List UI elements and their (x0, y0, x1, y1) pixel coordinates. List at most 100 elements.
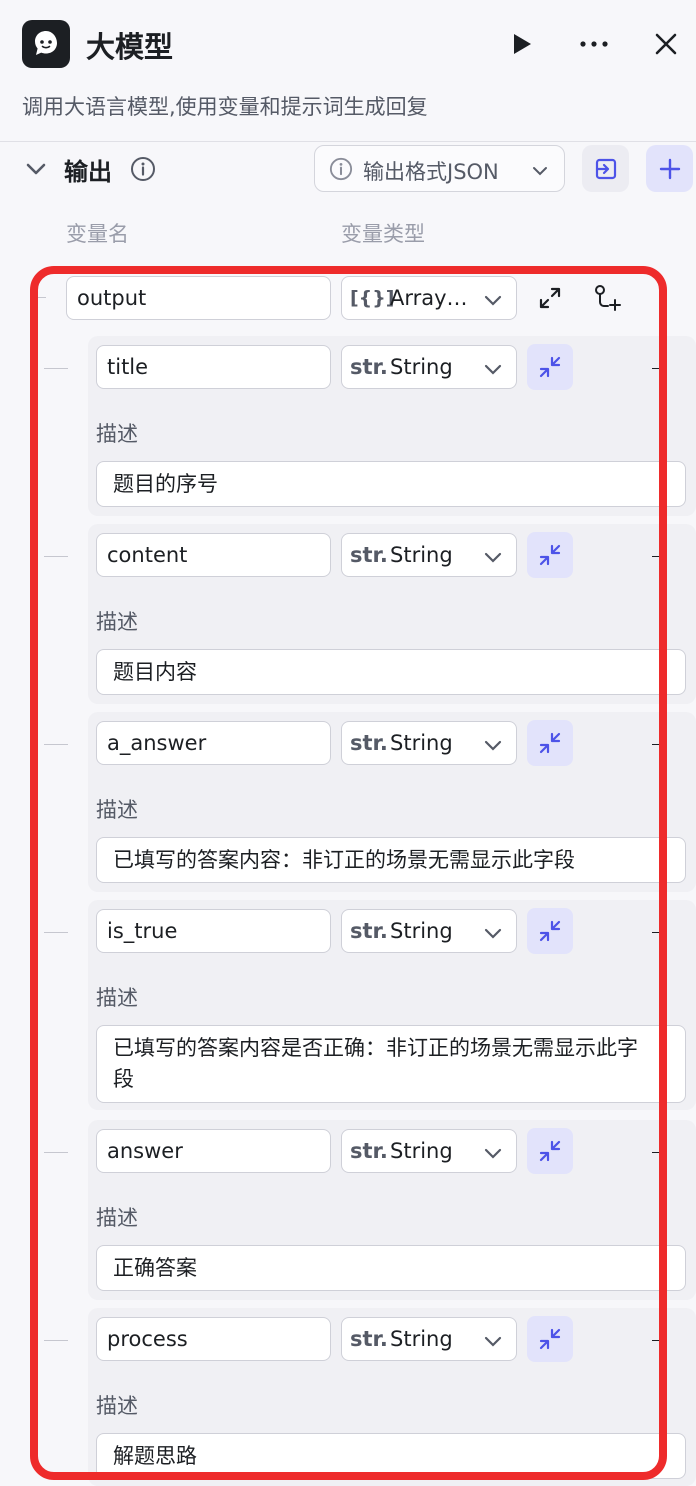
description-input[interactable]: 解题思路 (96, 1433, 686, 1479)
description-label: 描述 (96, 1394, 138, 1418)
chevron-down-icon (484, 291, 502, 310)
variable-name-value: title (107, 355, 149, 379)
string-type-icon: str. (350, 355, 388, 379)
string-type-icon: str. (350, 919, 388, 943)
tree-connector (44, 744, 68, 745)
output-format-select[interactable]: 输出格式JSON (314, 145, 565, 192)
tree-connector (44, 1340, 68, 1341)
variable-name-value: a_answer (107, 731, 207, 755)
variable-name-value: content (107, 543, 188, 567)
add-output-button[interactable] (646, 145, 693, 192)
description-label: 描述 (96, 1206, 138, 1230)
variable-type-label: String (390, 919, 453, 943)
tree-connector (652, 1340, 662, 1341)
node-title: 大模型 (86, 30, 174, 64)
variable-type-select[interactable]: str. String (341, 721, 517, 765)
variable-type-select[interactable]: str. String (341, 909, 517, 953)
tree-connector (652, 744, 662, 745)
variable-name-input[interactable]: a_answer (96, 721, 331, 765)
chevron-down-icon (484, 1144, 502, 1163)
variable-type-label: String (390, 731, 453, 755)
tree-connector (44, 1152, 68, 1153)
collapse-description-button[interactable] (527, 908, 573, 954)
string-type-icon: str. (350, 731, 388, 755)
variable-type-label: String (390, 1139, 453, 1163)
string-type-icon: str. (350, 543, 388, 567)
string-type-icon: str. (350, 1139, 388, 1163)
add-child-field-icon[interactable] (590, 282, 624, 314)
collapse-icon (539, 1140, 561, 1162)
description-value: 正确答案 (113, 1256, 197, 1280)
chevron-down-icon (484, 548, 502, 567)
variable-name-value: is_true (107, 919, 178, 943)
variable-type-select[interactable]: str. String (341, 1317, 517, 1361)
tree-connector (652, 932, 662, 933)
tree-connector (652, 1152, 662, 1153)
import-button[interactable] (582, 145, 629, 192)
variable-type-select[interactable]: str. String (341, 1129, 517, 1173)
description-label: 描述 (96, 422, 138, 446)
description-value: 题目内容 (113, 660, 197, 684)
collapse-icon (539, 732, 561, 754)
node-header: 大模型 调用大语言模型,使用变量和提示词生成回复 (0, 0, 696, 142)
tree-connector (44, 368, 68, 369)
info-icon (329, 157, 353, 185)
chevron-down-icon (484, 736, 502, 755)
chevron-down-icon (484, 924, 502, 943)
collapse-description-button[interactable] (527, 532, 573, 578)
variable-type-label: String (390, 355, 453, 379)
description-value: 已填写的答案内容：非订正的场景无需显示此字段 (113, 848, 575, 872)
more-menu-icon[interactable] (576, 26, 612, 62)
column-header-name: 变量名 (66, 222, 129, 246)
collapse-icon (539, 544, 561, 566)
variable-name-value: output (77, 286, 147, 310)
tree-connector (652, 556, 662, 557)
variable-name-input[interactable]: answer (96, 1129, 331, 1173)
description-input[interactable]: 题目的序号 (96, 461, 686, 507)
string-type-icon: str. (350, 1327, 388, 1351)
variable-type-select[interactable]: [{}] Array… (341, 276, 517, 320)
tree-connector (36, 297, 46, 298)
variable-name-input[interactable]: process (96, 1317, 331, 1361)
description-value: 已填写的答案内容是否正确：非订正的场景无需显示此字段 (113, 1036, 638, 1091)
run-play-icon[interactable] (504, 26, 540, 62)
variable-name-value: answer (107, 1139, 183, 1163)
description-input[interactable]: 已填写的答案内容：非订正的场景无需显示此字段 (96, 837, 686, 883)
chevron-down-icon (484, 1332, 502, 1351)
tree-connector (44, 556, 68, 557)
variable-name-input[interactable]: output (66, 276, 331, 320)
description-value: 题目的序号 (113, 472, 218, 496)
info-icon[interactable] (130, 156, 156, 186)
output-format-label: 输出格式JSON (363, 160, 499, 184)
array-object-type-icon: [{}] (350, 287, 395, 309)
collapse-description-button[interactable] (527, 1316, 573, 1362)
collapse-icon (539, 356, 561, 378)
output-section-header: 输出 输出格式JSON (0, 142, 696, 200)
expand-icon[interactable] (534, 282, 566, 314)
variable-name-input[interactable]: is_true (96, 909, 331, 953)
description-input[interactable]: 正确答案 (96, 1245, 686, 1291)
collapse-description-button[interactable] (527, 720, 573, 766)
output-section-title: 输出 (64, 158, 112, 186)
tree-connector (44, 932, 68, 933)
chevron-down-icon (484, 360, 502, 379)
collapse-description-button[interactable] (527, 1128, 573, 1174)
plus-icon (659, 158, 680, 179)
variable-name-input[interactable]: title (96, 345, 331, 389)
close-icon[interactable] (648, 26, 684, 62)
collapse-description-button[interactable] (527, 344, 573, 390)
collapse-icon (539, 920, 561, 942)
variable-name-input[interactable]: content (96, 533, 331, 577)
variable-type-select[interactable]: str. String (341, 345, 517, 389)
tree-connector (652, 368, 662, 369)
section-collapse-chevron-icon[interactable] (24, 157, 48, 181)
description-label: 描述 (96, 610, 138, 634)
chevron-down-icon (532, 162, 548, 181)
node-description: 调用大语言模型,使用变量和提示词生成回复 (22, 95, 428, 119)
variable-type-label: Array… (390, 286, 468, 310)
description-input[interactable]: 已填写的答案内容是否正确：非订正的场景无需显示此字段 (96, 1025, 686, 1103)
description-input[interactable]: 题目内容 (96, 649, 686, 695)
variable-type-select[interactable]: str. String (341, 533, 517, 577)
llm-logo-icon (22, 20, 70, 68)
description-label: 描述 (96, 986, 138, 1010)
